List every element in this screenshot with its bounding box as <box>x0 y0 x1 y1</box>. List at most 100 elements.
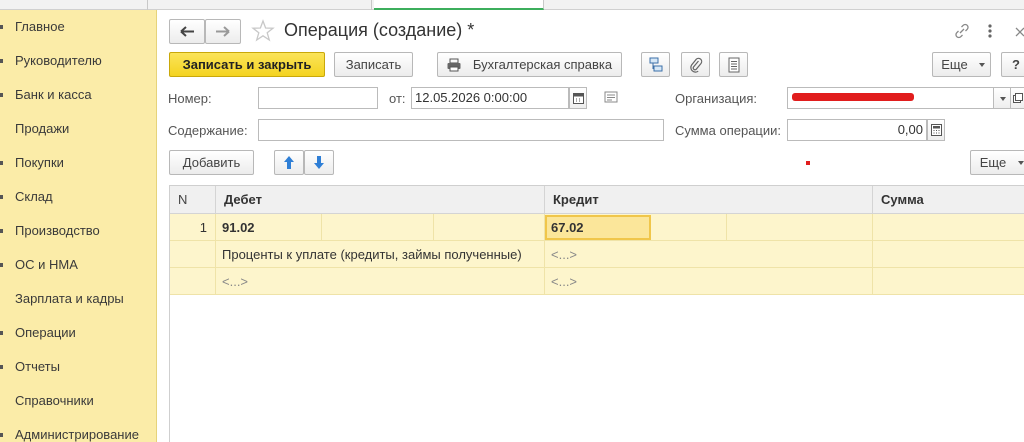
sidebar-item-reports[interactable]: Отчеты <box>0 354 157 380</box>
chevron-down-icon <box>1000 97 1006 101</box>
content-field[interactable] <box>258 119 664 141</box>
bullet-icon <box>0 93 3 97</box>
close-icon[interactable] <box>1013 23 1024 39</box>
amount-label: Сумма операции: <box>675 123 781 138</box>
table-row-sub[interactable]: Проценты к уплате (кредиты, займы получе… <box>170 241 1024 268</box>
sidebar-item-label: Руководителю <box>15 53 102 68</box>
date-label: от: <box>389 91 406 106</box>
star-icon[interactable] <box>251 19 275 43</box>
row-number-empty <box>170 241 216 268</box>
sidebar-item-warehouse[interactable]: Склад <box>0 184 157 210</box>
column-header-n[interactable]: N <box>170 186 216 214</box>
amount-sub-cell[interactable] <box>873 268 1024 295</box>
bullet-icon <box>0 59 3 63</box>
more-label: Еще <box>941 57 968 72</box>
sidebar-item-production[interactable]: Производство <box>0 218 157 244</box>
number-label: Номер: <box>168 91 212 106</box>
row-number: 1 <box>170 214 216 241</box>
structure-button[interactable] <box>641 52 670 77</box>
bullet-icon <box>0 229 3 233</box>
arrow-right-icon <box>216 26 230 37</box>
table-row[interactable]: 1 91.02 67.02 <box>170 214 1024 241</box>
table-row-sub[interactable]: <...> <...> <box>170 268 1024 295</box>
tab-active[interactable] <box>374 0 544 10</box>
column-header-credit[interactable]: Кредит <box>545 186 873 214</box>
save-and-close-button[interactable]: Записать и закрыть <box>169 52 325 77</box>
sidebar-item-salary[interactable]: Зарплата и кадры <box>0 286 157 312</box>
organization-open-button[interactable] <box>1010 87 1024 109</box>
comment-icon[interactable] <box>604 91 618 104</box>
debit-account-cell[interactable]: 91.02 <box>216 214 322 241</box>
bullet-icon <box>0 433 3 437</box>
credit-subconto-cell[interactable] <box>727 214 873 241</box>
amount-field[interactable]: 0,00 <box>787 119 927 141</box>
column-header-amount[interactable]: Сумма <box>873 186 1024 214</box>
add-row-button[interactable]: Добавить <box>169 150 254 175</box>
sidebar-item-bank[interactable]: Банк и касса <box>0 82 157 108</box>
debit-subconto-2-cell[interactable]: <...> <box>216 268 545 295</box>
table-header: N Дебет Кредит Сумма <box>170 186 1024 214</box>
credit-account-cell[interactable]: 67.02 <box>545 214 651 241</box>
amount-cell[interactable] <box>873 214 1024 241</box>
amount-sub-cell[interactable] <box>873 241 1024 268</box>
sidebar-item-assets[interactable]: ОС и НМА <box>0 252 157 278</box>
sidebar-item-sales[interactable]: Продажи <box>0 116 157 142</box>
back-button[interactable] <box>169 19 205 44</box>
sidebar-item-label: Администрирование <box>15 427 139 442</box>
move-down-button[interactable] <box>304 150 334 175</box>
grid-more-button[interactable]: Еще <box>970 150 1024 175</box>
calculator-button[interactable] <box>927 119 945 141</box>
link-icon[interactable] <box>953 22 971 40</box>
sidebar: Главное Руководителю Банк и касса Продаж… <box>0 10 157 442</box>
attach-button[interactable] <box>681 52 710 77</box>
sidebar-item-admin[interactable]: Администрирование <box>0 422 157 442</box>
sidebar-item-label: Покупки <box>15 155 64 170</box>
sidebar-item-director[interactable]: Руководителю <box>0 48 157 74</box>
organization-dropdown-button[interactable] <box>993 87 1011 109</box>
debit-subconto-cell[interactable] <box>322 214 434 241</box>
bullet-icon <box>0 25 3 29</box>
sidebar-item-main[interactable]: Главное <box>0 14 157 40</box>
organization-field[interactable] <box>787 87 994 109</box>
accounting-report-button[interactable]: Бухгалтерская справка <box>437 52 622 77</box>
debit-subconto-cell[interactable] <box>434 214 545 241</box>
tab-2[interactable] <box>148 0 372 10</box>
number-field[interactable] <box>258 87 378 109</box>
forward-button[interactable] <box>205 19 241 44</box>
sidebar-item-label: Операции <box>15 325 76 340</box>
debit-subconto-1-cell[interactable]: Проценты к уплате (кредиты, займы получе… <box>216 241 545 268</box>
move-up-button[interactable] <box>274 150 304 175</box>
document-form: Операция (создание) * Записать и закрыть… <box>157 10 1024 442</box>
open-icon <box>1013 93 1023 103</box>
sidebar-item-label: Производство <box>15 223 100 238</box>
sidebar-item-purchases[interactable]: Покупки <box>0 150 157 176</box>
calendar-icon <box>573 93 584 104</box>
document-list-button[interactable] <box>719 52 748 77</box>
date-field[interactable]: 12.05.2026 0:00:00 <box>411 87 569 109</box>
calculator-icon <box>931 124 942 136</box>
sidebar-item-operations[interactable]: Операции <box>0 320 157 346</box>
sidebar-item-catalogs[interactable]: Справочники <box>0 388 157 414</box>
sidebar-item-label: Зарплата и кадры <box>15 291 124 306</box>
printer-icon <box>447 58 461 72</box>
column-header-debit[interactable]: Дебет <box>216 186 545 214</box>
bullet-icon <box>0 331 3 335</box>
credit-subconto-2-cell[interactable]: <...> <box>545 268 873 295</box>
page-title: Операция (создание) * <box>284 20 475 40</box>
tab-1[interactable] <box>0 0 148 10</box>
grid-more-label: Еще <box>979 155 1007 170</box>
save-button[interactable]: Записать <box>334 52 413 77</box>
sidebar-item-label: Справочники <box>15 393 94 408</box>
required-marker <box>806 161 810 165</box>
vertical-dots-icon[interactable] <box>985 22 995 40</box>
credit-subconto-cell[interactable] <box>651 214 727 241</box>
bullet-icon <box>0 195 3 199</box>
calendar-button[interactable] <box>569 87 587 109</box>
accounting-report-label: Бухгалтерская справка <box>472 57 613 72</box>
credit-subconto-1-cell[interactable]: <...> <box>545 241 873 268</box>
arrow-left-icon <box>180 26 194 37</box>
help-button[interactable]: ? <box>1001 52 1024 77</box>
more-button[interactable]: Еще <box>932 52 991 77</box>
content-label: Содержание: <box>168 123 248 138</box>
bullet-icon <box>0 263 3 267</box>
